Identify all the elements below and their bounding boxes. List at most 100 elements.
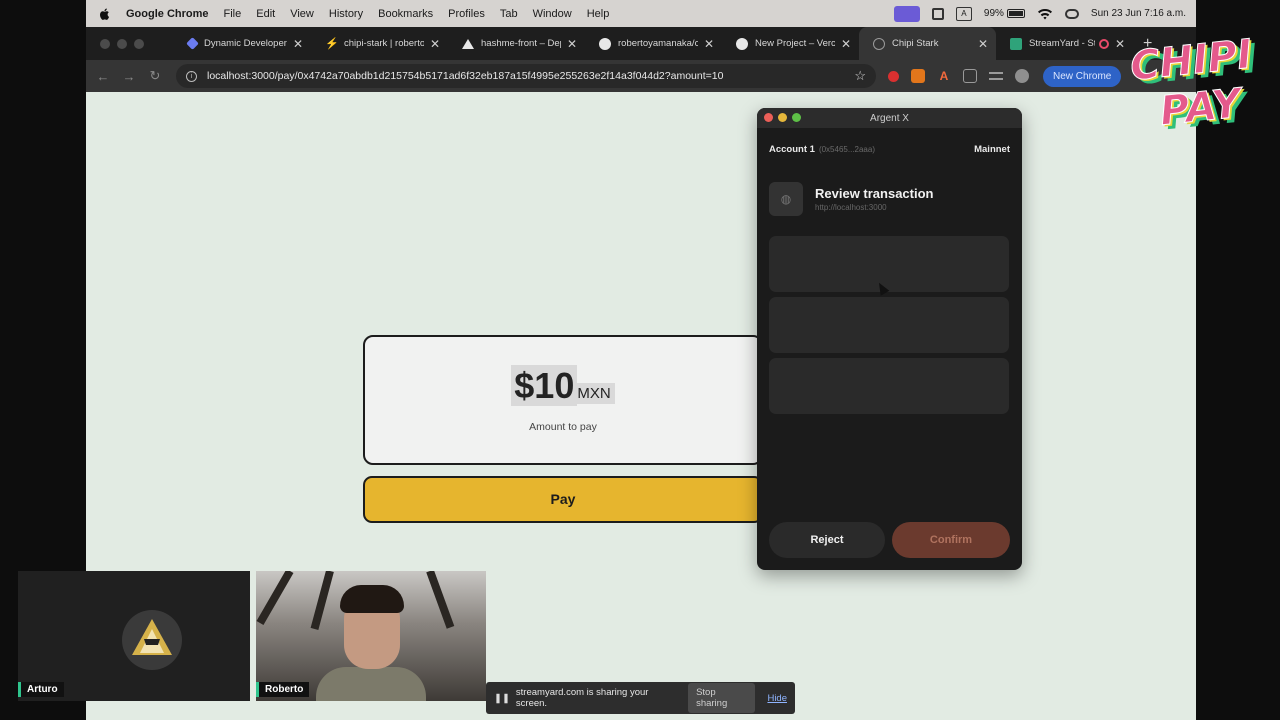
menu-bookmarks[interactable]: Bookmarks — [378, 8, 433, 20]
close-icon[interactable]: ✕ — [1115, 37, 1125, 51]
url-text[interactable]: localhost:3000/pay/0x4742a70abdb1d215754… — [207, 70, 854, 82]
tab-strip: Dynamic Developer ✕ ⚡ chipi-stark | robe… — [86, 27, 1196, 60]
argent-minimize-button[interactable] — [778, 113, 787, 122]
page-content: $10 MXN Amount to pay Pay Argent X Accoun… — [86, 92, 1196, 720]
minimize-window-button[interactable] — [117, 38, 127, 49]
tab-title: chipi-stark | roberto — [344, 38, 424, 49]
screen-share-icon[interactable] — [893, 5, 920, 22]
tab-hashme-front[interactable]: hashme-front – Dep ✕ — [448, 27, 585, 60]
tab-title: robertoyamanaka/c — [618, 38, 698, 49]
close-icon[interactable]: ✕ — [430, 37, 440, 51]
close-window-button[interactable] — [100, 38, 110, 49]
close-icon[interactable]: ✕ — [978, 37, 988, 51]
menubar-clock[interactable]: Sun 23 Jun 7:16 a.m. — [1091, 8, 1186, 19]
tab-chipi-stark-repo[interactable]: ⚡ chipi-stark | roberto ✕ — [311, 27, 448, 60]
hide-sharing-bar-link[interactable]: Hide — [767, 693, 787, 704]
menu-tab[interactable]: Tab — [500, 8, 518, 20]
chipi-pay-logo: CHIPI CHIPI CHIPI PAY PAY PAY — [1128, 31, 1260, 139]
argent-x-popup: Argent X Account 1 (0x5465...2aaa) Mainne… — [757, 108, 1022, 570]
profile-avatar-icon[interactable] — [1015, 69, 1029, 83]
input-source-icon[interactable]: A — [955, 6, 972, 21]
menu-view[interactable]: View — [290, 8, 314, 20]
control-center-icon[interactable] — [1064, 8, 1079, 19]
close-icon[interactable]: ✕ — [293, 37, 303, 51]
argent-close-button[interactable] — [764, 113, 773, 122]
amount-card: $10 MXN Amount to pay — [363, 335, 763, 465]
metamask-extension-icon[interactable] — [911, 69, 925, 83]
dapp-globe-icon: ◍ — [769, 182, 803, 216]
macos-menubar: Google Chrome File Edit View History Boo… — [86, 0, 1196, 27]
participant-tile-roberto: Roberto — [256, 571, 486, 701]
reject-button[interactable]: Reject — [769, 522, 885, 558]
battery-status[interactable]: 99% — [984, 8, 1025, 19]
vercel-favicon-icon — [736, 37, 748, 50]
tab-github-repo[interactable]: robertoyamanaka/c ✕ — [585, 27, 722, 60]
loading-placeholder — [769, 297, 1009, 353]
tab-title: Chipi Stark — [892, 38, 939, 49]
streamyard-favicon-icon — [1010, 37, 1022, 50]
battery-percent: 99% — [983, 8, 1004, 19]
menu-edit[interactable]: Edit — [256, 8, 275, 20]
dynamic-favicon-icon — [186, 37, 199, 50]
tab-chipi-stark[interactable]: Chipi Stark ✕ — [859, 27, 996, 60]
argent-window-title: Argent X — [870, 112, 909, 124]
tab-title: Dynamic Developer — [204, 38, 287, 49]
close-icon[interactable]: ✕ — [841, 37, 851, 51]
tab-streamyard[interactable]: StreamYard - St ✕ — [996, 27, 1133, 60]
menu-app-name[interactable]: Google Chrome — [126, 8, 209, 20]
participant-name: Arturo — [18, 682, 64, 697]
bolt-favicon-icon: ⚡ — [325, 37, 339, 50]
wifi-icon[interactable] — [1037, 7, 1053, 21]
record-extension-icon[interactable] — [888, 70, 899, 82]
site-info-icon[interactable]: i — [186, 70, 197, 82]
apple-icon[interactable] — [98, 7, 112, 21]
tab-title: New Project – Verce — [755, 38, 835, 49]
account-address: (0x5465...2aaa) — [818, 145, 875, 154]
close-icon[interactable]: ✕ — [567, 37, 577, 51]
participant-name: Roberto — [256, 682, 310, 697]
video-person-hair — [340, 585, 404, 613]
stop-sharing-button[interactable]: Stop sharing — [688, 683, 756, 713]
layout-icon[interactable] — [931, 7, 944, 20]
new-chrome-button[interactable]: New Chrome — [1043, 65, 1122, 87]
avatar — [122, 610, 182, 670]
sharing-message: streamyard.com is sharing your screen. — [515, 687, 649, 709]
close-icon[interactable]: ✕ — [704, 37, 714, 51]
amount-display: $10 MXN — [365, 365, 761, 407]
account-selector[interactable]: Account 1 (0x5465...2aaa) — [769, 144, 875, 155]
tab-new-project-vercel[interactable]: New Project – Verce ✕ — [722, 27, 859, 60]
confirm-button[interactable]: Confirm — [892, 522, 1010, 558]
battery-icon — [1006, 9, 1025, 18]
menu-profiles[interactable]: Profiles — [448, 8, 485, 20]
menu-window[interactable]: Window — [533, 8, 572, 20]
forward-arrow-icon[interactable]: → — [116, 69, 142, 84]
menu-history[interactable]: History — [329, 8, 363, 20]
back-arrow-icon[interactable]: ← — [90, 69, 116, 84]
browser-toolbar: ← → ↻ i localhost:3000/pay/0x4742a70abdb… — [86, 60, 1196, 92]
maximize-window-button[interactable] — [134, 38, 144, 49]
amount-label: Amount to pay — [529, 421, 597, 433]
review-header: ◍ Review transaction http://localhost:30… — [769, 182, 934, 216]
menu-help[interactable]: Help — [587, 8, 610, 20]
vercel-favicon-icon — [462, 38, 474, 49]
amount-value: $10 — [511, 365, 578, 406]
extensions-puzzle-icon[interactable] — [963, 69, 977, 83]
tab-search-icon[interactable] — [989, 72, 1003, 80]
bookmark-star-icon[interactable]: ☆ — [854, 68, 866, 84]
pay-button[interactable]: Pay — [363, 476, 763, 523]
account-row: Account 1 (0x5465...2aaa) Mainnet — [769, 144, 1010, 155]
address-bar[interactable]: i localhost:3000/pay/0x4742a70abdb1d2157… — [176, 64, 876, 88]
argent-extension-icon[interactable]: A — [937, 69, 951, 83]
screen-sharing-bar: ❚❚ streamyard.com is sharing your screen… — [486, 682, 795, 714]
tab-dynamic-developer[interactable]: Dynamic Developer ✕ — [174, 27, 311, 60]
menu-file[interactable]: File — [224, 8, 242, 20]
reload-icon[interactable]: ↻ — [142, 68, 168, 84]
globe-favicon-icon — [873, 37, 885, 50]
dapp-origin: http://localhost:3000 — [815, 203, 887, 212]
loading-placeholder — [769, 236, 1009, 292]
recording-icon — [1098, 38, 1109, 49]
network-selector[interactable]: Mainnet — [974, 144, 1010, 155]
argent-maximize-button[interactable] — [792, 113, 801, 122]
participant-tile-arturo: Arturo — [18, 571, 250, 701]
video-person-shirt — [316, 667, 426, 701]
